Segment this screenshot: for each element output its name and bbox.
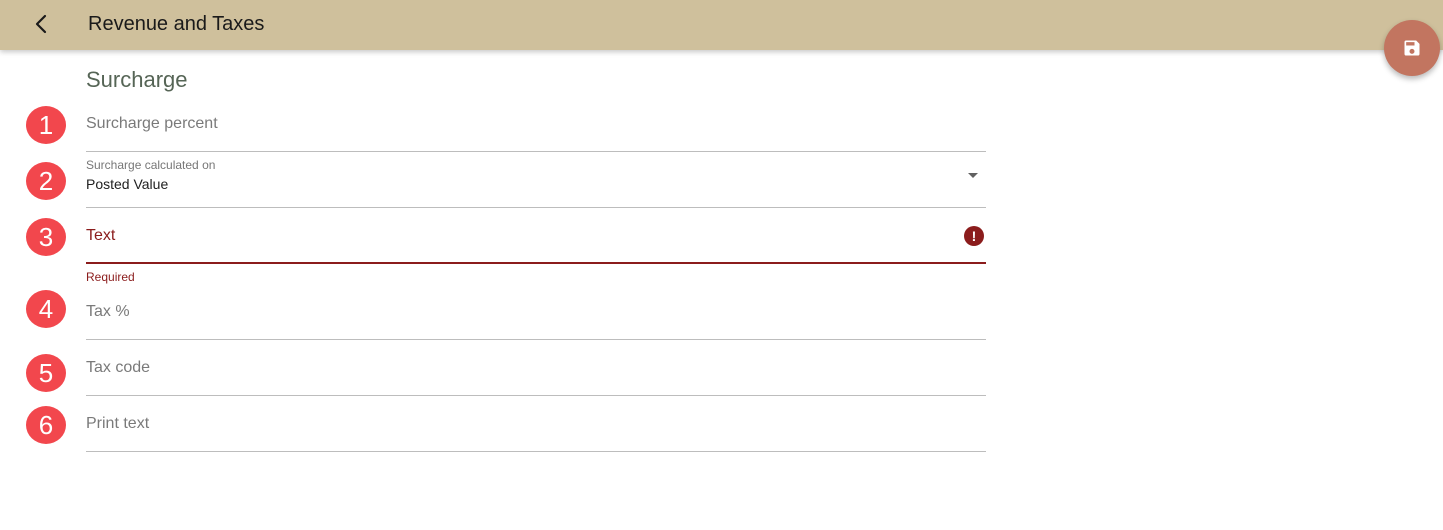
tax-percent-input[interactable]: Tax % <box>86 284 986 340</box>
surcharge-calculated-on-value: Posted Value <box>86 176 169 192</box>
back-button[interactable] <box>26 9 56 39</box>
error-icon: ! <box>964 226 984 246</box>
tax-code-placeholder: Tax code <box>86 359 151 376</box>
surcharge-calculated-on-select[interactable]: Surcharge calculated on Posted Value <box>86 152 986 208</box>
surcharge-percent-placeholder: Surcharge percent <box>86 115 218 132</box>
app-bar: Revenue and Taxes <box>0 0 1443 50</box>
step-badge-4: 4 <box>26 290 66 328</box>
tax-percent-placeholder: Tax % <box>86 303 130 320</box>
surcharge-percent-input[interactable]: Surcharge percent <box>86 96 986 152</box>
surcharge-calculated-on-label: Surcharge calculated on <box>86 158 216 172</box>
print-text-input[interactable]: Print text <box>86 396 986 452</box>
save-icon <box>1404 40 1420 56</box>
print-text-placeholder: Print text <box>86 415 150 432</box>
save-button[interactable] <box>1384 20 1440 76</box>
step-badge-6: 6 <box>26 406 66 444</box>
dropdown-arrow-icon[interactable] <box>968 173 978 178</box>
step-badge-5: 5 <box>26 354 66 392</box>
text-input[interactable]: Text ! <box>86 208 986 264</box>
section-title: Surcharge <box>86 67 188 92</box>
tax-code-input[interactable]: Tax code <box>86 340 986 396</box>
step-badge-3: 3 <box>26 218 66 256</box>
step-badge-2: 2 <box>26 162 66 200</box>
text-placeholder: Text <box>86 227 116 244</box>
arrow-back-icon <box>35 14 47 34</box>
required-helper-text: Required <box>86 270 135 284</box>
page-title: Revenue and Taxes <box>88 13 265 35</box>
step-badge-1: 1 <box>26 106 66 144</box>
